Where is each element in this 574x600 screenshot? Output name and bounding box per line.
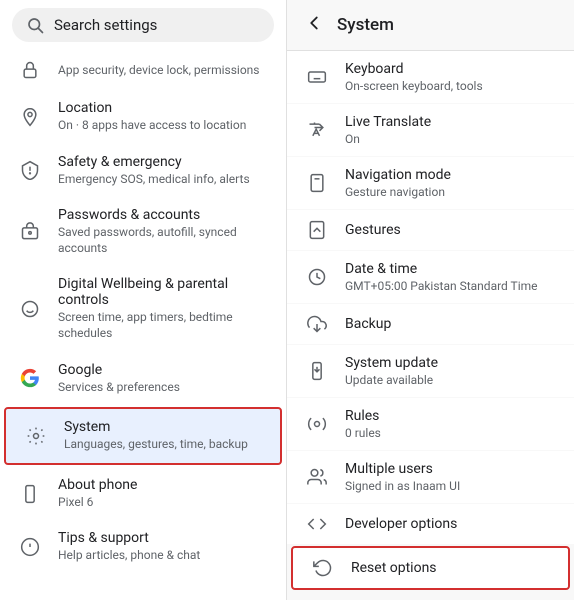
right-item-backup[interactable]: Backup [287, 304, 574, 344]
passwords-icon [16, 222, 44, 242]
developer-options-title: Developer options [345, 516, 457, 532]
translate-icon [303, 120, 331, 140]
left-panel: Search settings App security, device loc… [0, 0, 287, 600]
system-update-icon [303, 361, 331, 381]
right-item-reset-options[interactable]: Reset options [291, 546, 570, 590]
reset-options-title: Reset options [351, 560, 437, 576]
gestures-icon [303, 220, 331, 240]
backup-title: Backup [345, 316, 391, 332]
wellbeing-icon [16, 299, 44, 319]
sidebar-item-tips[interactable]: Tips & support Help articles, phone & ch… [0, 520, 286, 574]
system-subtitle: Languages, gestures, time, backup [64, 437, 248, 453]
search-icon [26, 16, 44, 34]
sidebar-item-system[interactable]: System Languages, gestures, time, backup [4, 407, 282, 465]
keyboard-subtitle: On-screen keyboard, tools [345, 79, 483, 93]
users-icon [303, 467, 331, 487]
reset-icon [309, 558, 337, 578]
sidebar-item-google[interactable]: Google Services & preferences [0, 352, 286, 406]
multiple-users-subtitle: Signed in as Inaam UI [345, 479, 460, 493]
live-translate-title: Live Translate [345, 114, 431, 130]
rules-icon [303, 414, 331, 434]
live-translate-subtitle: On [345, 132, 431, 146]
rules-title: Rules [345, 408, 381, 424]
clock-icon [303, 267, 331, 287]
search-label: Search settings [54, 16, 157, 34]
system-icon [22, 426, 50, 446]
google-icon [16, 368, 44, 388]
tips-icon [16, 537, 44, 557]
wellbeing-title: Digital Wellbeing & parental controls [58, 276, 270, 308]
tips-title: Tips & support [58, 530, 200, 546]
date-time-title: Date & time [345, 261, 538, 277]
wellbeing-subtitle: Screen time, app timers, bedtime schedul… [58, 310, 270, 341]
search-bar[interactable]: Search settings [12, 8, 274, 42]
gestures-title: Gestures [345, 222, 401, 238]
right-item-developer-options[interactable]: Developer options [287, 504, 574, 544]
system-update-title: System update [345, 355, 438, 371]
back-button[interactable] [303, 12, 325, 38]
right-panel: System Keyboard On-screen keyboard, tool… [287, 0, 574, 600]
right-header: System [287, 0, 574, 51]
tips-subtitle: Help articles, phone & chat [58, 548, 200, 564]
navigation-icon [303, 173, 331, 193]
developer-icon [303, 514, 331, 534]
system-title: System [64, 419, 248, 435]
lock-icon [16, 60, 44, 80]
location-subtitle: On · 8 apps have access to location [58, 118, 246, 134]
sidebar-item-about-phone[interactable]: About phone Pixel 6 [0, 467, 286, 521]
system-update-subtitle: Update available [345, 373, 438, 387]
location-title: Location [58, 100, 246, 116]
sidebar-item-safety[interactable]: Safety & emergency Emergency SOS, medica… [0, 144, 286, 198]
right-item-gestures[interactable]: Gestures [287, 210, 574, 250]
sidebar-item-location[interactable]: Location On · 8 apps have access to loca… [0, 90, 286, 144]
google-title: Google [58, 362, 180, 378]
passwords-title: Passwords & accounts [58, 207, 270, 223]
navigation-mode-subtitle: Gesture navigation [345, 185, 451, 199]
right-item-rules[interactable]: Rules 0 rules [287, 398, 574, 450]
rules-subtitle: 0 rules [345, 426, 381, 440]
passwords-subtitle: Saved passwords, autofill, synced accoun… [58, 225, 270, 256]
navigation-mode-title: Navigation mode [345, 167, 451, 183]
right-item-live-translate[interactable]: Live Translate On [287, 104, 574, 156]
safety-icon [16, 160, 44, 180]
location-icon [16, 107, 44, 127]
sidebar-item-app-security[interactable]: App security, device lock, permissions [0, 50, 286, 90]
right-list: Keyboard On-screen keyboard, tools Live … [287, 51, 574, 600]
date-time-subtitle: GMT+05:00 Pakistan Standard Time [345, 279, 538, 293]
keyboard-icon [303, 67, 331, 87]
right-item-navigation-mode[interactable]: Navigation mode Gesture navigation [287, 157, 574, 209]
about-phone-subtitle: Pixel 6 [58, 495, 137, 511]
safety-title: Safety & emergency [58, 154, 250, 170]
multiple-users-title: Multiple users [345, 461, 460, 477]
app-security-subtitle: App security, device lock, permissions [58, 63, 259, 79]
right-item-date-time[interactable]: Date & time GMT+05:00 Pakistan Standard … [287, 251, 574, 303]
page-title: System [337, 15, 394, 35]
google-subtitle: Services & preferences [58, 380, 180, 396]
backup-icon [303, 314, 331, 334]
right-item-multiple-users[interactable]: Multiple users Signed in as Inaam UI [287, 451, 574, 503]
about-phone-title: About phone [58, 477, 137, 493]
right-item-keyboard[interactable]: Keyboard On-screen keyboard, tools [287, 51, 574, 103]
sidebar-item-digital-wellbeing[interactable]: Digital Wellbeing & parental controls Sc… [0, 266, 286, 351]
keyboard-title: Keyboard [345, 61, 483, 77]
safety-subtitle: Emergency SOS, medical info, alerts [58, 172, 250, 188]
settings-list: App security, device lock, permissions L… [0, 50, 286, 600]
sidebar-item-passwords[interactable]: Passwords & accounts Saved passwords, au… [0, 197, 286, 266]
right-item-system-update[interactable]: System update Update available [287, 345, 574, 397]
phone-icon [16, 484, 44, 504]
